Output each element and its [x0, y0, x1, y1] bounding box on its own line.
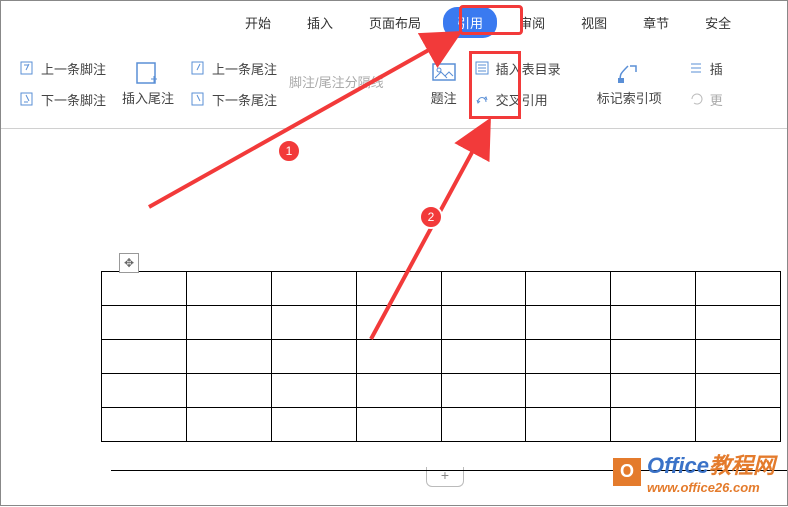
annotation-badge-1: 1: [277, 139, 301, 163]
mark-index-label: 标记索引项: [597, 88, 662, 107]
next-endnote-icon: [190, 91, 208, 107]
update-partial-button[interactable]: 更: [688, 90, 723, 109]
next-endnote-button[interactable]: 下一条尾注: [190, 90, 277, 109]
insert-partial-button[interactable]: 插: [688, 59, 723, 78]
tab-start[interactable]: 开始: [231, 7, 285, 38]
list-icon: [688, 60, 706, 76]
tab-view[interactable]: 视图: [567, 7, 621, 38]
mark-index-icon: [615, 60, 643, 86]
tab-insert[interactable]: 插入: [293, 7, 347, 38]
document-table[interactable]: [101, 271, 781, 442]
table-move-handle[interactable]: ✥: [119, 253, 139, 273]
next-footnote-icon: [19, 91, 37, 107]
prev-footnote-icon: [19, 60, 37, 76]
next-footnote-label: 下一条脚注: [41, 90, 106, 109]
caption-icon: [430, 60, 458, 86]
caption-label: 题注: [431, 88, 457, 107]
insert-endnote-label: 插入尾注: [122, 88, 174, 107]
tab-security[interactable]: 安全: [691, 7, 745, 38]
watermark-brand: Office: [647, 453, 709, 478]
document-area[interactable]: ✥: [101, 271, 787, 442]
tab-bar: 开始 插入 页面布局 引用 审阅 视图 章节 安全: [1, 1, 787, 39]
tab-chapter[interactable]: 章节: [629, 7, 683, 38]
mark-index-button[interactable]: 标记索引项: [587, 60, 672, 107]
insert-endnote-button[interactable]: 插入尾注: [112, 60, 184, 107]
watermark-url: www.office26.com: [647, 480, 775, 495]
ribbon: 上一条脚注 下一条脚注 插入尾注 上一条尾注 下一条尾注: [1, 39, 787, 129]
tab-layout[interactable]: 页面布局: [355, 7, 435, 38]
next-footnote-button[interactable]: 下一条脚注: [19, 90, 106, 109]
watermark: O Office教程网 www.office26.com: [613, 448, 775, 495]
insert-endnote-icon: [134, 60, 162, 86]
prev-endnote-label: 上一条尾注: [212, 59, 277, 78]
prev-endnote-icon: [190, 60, 208, 76]
next-endnote-label: 下一条尾注: [212, 90, 277, 109]
watermark-logo-icon: O: [613, 458, 641, 486]
update-partial-label: 更: [710, 90, 723, 109]
refresh-icon: [688, 91, 706, 107]
watermark-brand-cn: 教程网: [709, 453, 775, 478]
prev-footnote-label: 上一条脚注: [41, 59, 106, 78]
separator-label: 脚注/尾注分隔线: [289, 72, 384, 91]
separator-button[interactable]: 脚注/尾注分隔线: [289, 72, 384, 91]
highlight-reference-tab: [459, 5, 523, 35]
prev-footnote-button[interactable]: 上一条脚注: [19, 59, 106, 78]
highlight-caption-button: [469, 51, 521, 119]
insert-partial-label: 插: [710, 59, 723, 78]
annotation-badge-2: 2: [419, 205, 443, 229]
prev-endnote-button[interactable]: 上一条尾注: [190, 59, 277, 78]
caption-button[interactable]: 题注: [420, 60, 468, 107]
